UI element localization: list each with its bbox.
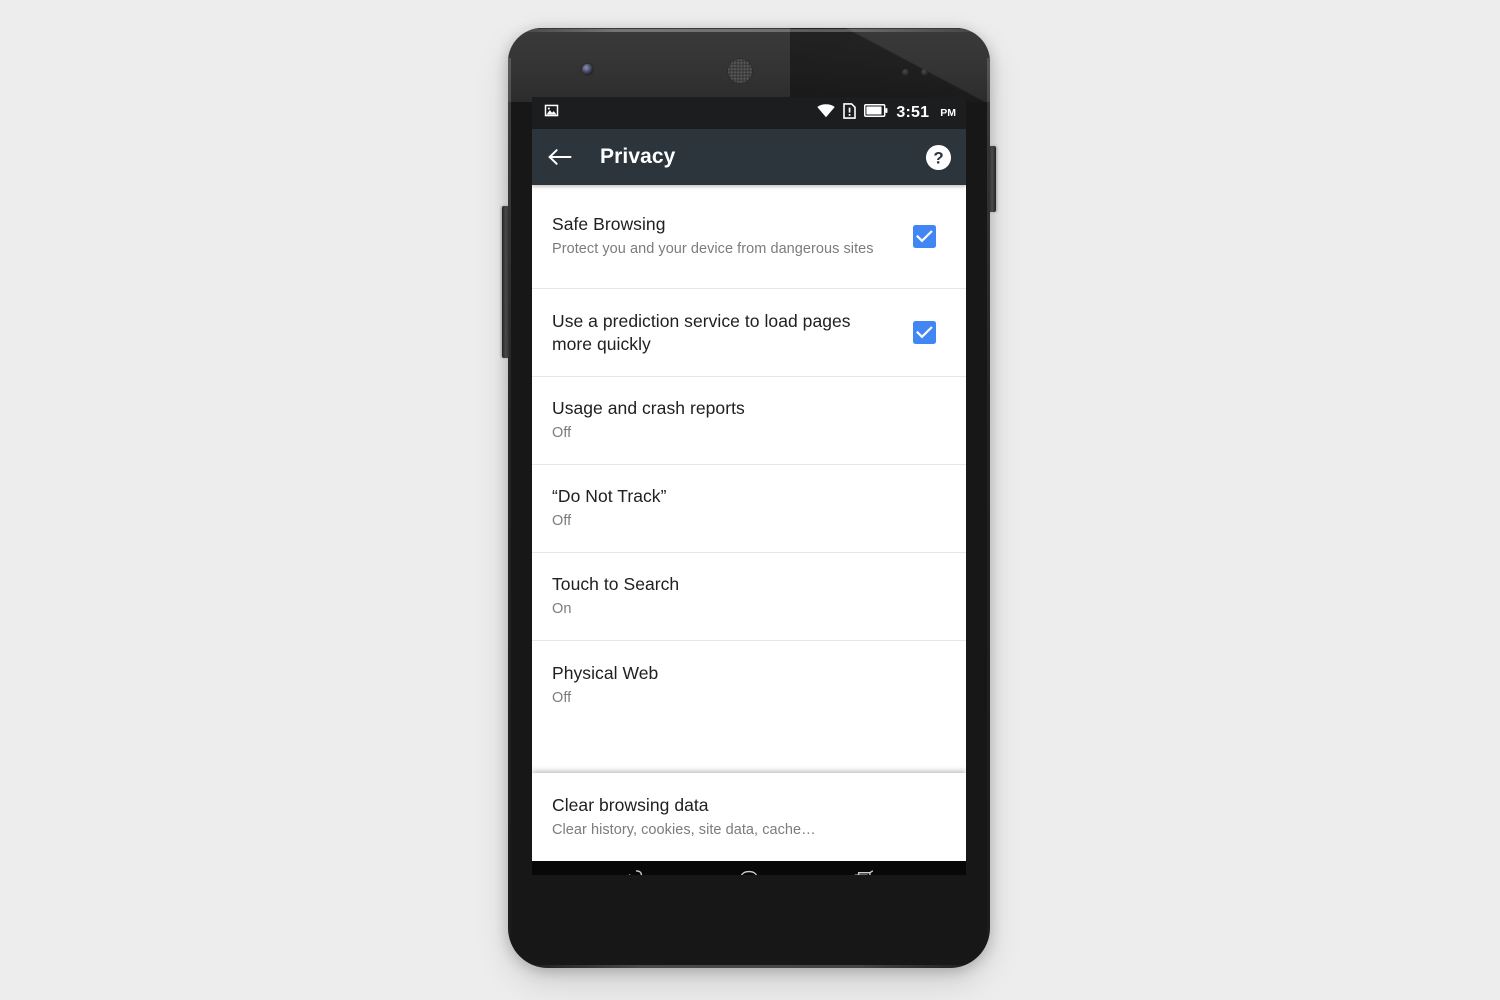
volume-button[interactable]	[502, 206, 509, 358]
battery-icon	[864, 104, 888, 122]
list-item-text: Usage and crash reports Off	[552, 381, 946, 459]
list-item-text: Use a prediction service to load pages m…	[552, 294, 902, 372]
sim-card-alert-icon	[843, 102, 857, 124]
elevated-section: Clear browsing data Clear history, cooki…	[532, 773, 966, 861]
list-item-do-not-track[interactable]: “Do Not Track” Off	[532, 465, 966, 553]
proximity-sensor-icon	[902, 69, 909, 76]
list-item-prediction-service[interactable]: Use a prediction service to load pages m…	[532, 289, 966, 377]
list-item-title: Usage and crash reports	[552, 398, 745, 419]
earpiece-speaker-icon	[727, 58, 753, 84]
list-item-subtitle: Off	[552, 425, 572, 442]
svg-text:?: ?	[933, 148, 943, 167]
list-item-touch-to-search[interactable]: Touch to Search On	[532, 553, 966, 641]
list-item-subtitle: Clear history, cookies, site data, cache…	[552, 821, 816, 838]
list-item-control	[902, 321, 946, 344]
status-bar-clock-ampm: PM	[940, 106, 956, 119]
phone-screen: 3:51 PM Privacy ? Safe Browsing Protect …	[532, 97, 966, 875]
help-circle-icon[interactable]: ?	[925, 144, 952, 171]
nav-back-icon[interactable]	[612, 861, 656, 875]
list-item-subtitle: Protect you and your device from dangero…	[552, 241, 874, 258]
list-item-text: “Do Not Track” Off	[552, 469, 946, 547]
list-item-subtitle: On	[552, 601, 572, 618]
phone-rim-bottom	[530, 965, 968, 968]
list-item-title: Safe Browsing	[552, 214, 666, 235]
list-item-clear-browsing-data[interactable]: Clear browsing data Clear history, cooki…	[532, 773, 966, 861]
list-item-control	[902, 225, 946, 248]
nav-recents-icon[interactable]	[842, 861, 886, 875]
phone-device: 3:51 PM Privacy ? Safe Browsing Protect …	[502, 28, 996, 968]
list-item-subtitle: Off	[552, 689, 572, 706]
power-button[interactable]	[989, 146, 996, 212]
light-sensor-icon	[921, 69, 928, 76]
nav-home-icon[interactable]	[727, 861, 771, 875]
status-bar: 3:51 PM	[532, 97, 966, 129]
image-notification-icon	[544, 103, 559, 123]
list-item-title: Touch to Search	[552, 574, 680, 595]
list-item-title: “Do Not Track”	[552, 486, 667, 507]
phone-rim-left	[508, 58, 511, 938]
settings-list: Safe Browsing Protect you and your devic…	[532, 185, 966, 861]
list-item-title: Clear browsing data	[552, 794, 709, 815]
list-item-subtitle: Off	[552, 513, 572, 530]
list-item-physical-web[interactable]: Physical Web Off	[532, 641, 966, 729]
app-toolbar: Privacy ?	[532, 129, 966, 185]
wifi-icon	[817, 103, 836, 123]
status-bar-notifications	[544, 103, 559, 123]
bezel-glare	[790, 28, 990, 102]
phone-rim-top	[514, 29, 984, 32]
list-item-usage-and-crash-reports[interactable]: Usage and crash reports Off	[532, 377, 966, 465]
list-item-title: Use a prediction service to load pages m…	[552, 310, 851, 354]
list-item-title: Physical Web	[552, 662, 659, 683]
page-title: Privacy	[600, 145, 676, 168]
back-arrow-icon[interactable]	[548, 147, 572, 167]
list-item-safe-browsing[interactable]: Safe Browsing Protect you and your devic…	[532, 185, 966, 289]
list-item-text: Touch to Search On	[552, 557, 946, 635]
list-item-text: Safe Browsing Protect you and your devic…	[552, 197, 902, 275]
status-bar-clock: 3:51	[896, 104, 930, 121]
front-camera-icon	[582, 64, 593, 75]
screenshot-stage: 3:51 PM Privacy ? Safe Browsing Protect …	[0, 0, 1500, 1000]
list-item-text: Clear browsing data Clear history, cooki…	[552, 778, 946, 856]
list-item-text: Physical Web Off	[552, 646, 946, 724]
checkbox-safe-browsing[interactable]	[912, 225, 936, 248]
checkbox-prediction-service[interactable]	[912, 321, 936, 344]
status-bar-system-icons: 3:51 PM	[817, 102, 956, 124]
android-navigation-bar	[532, 861, 966, 875]
